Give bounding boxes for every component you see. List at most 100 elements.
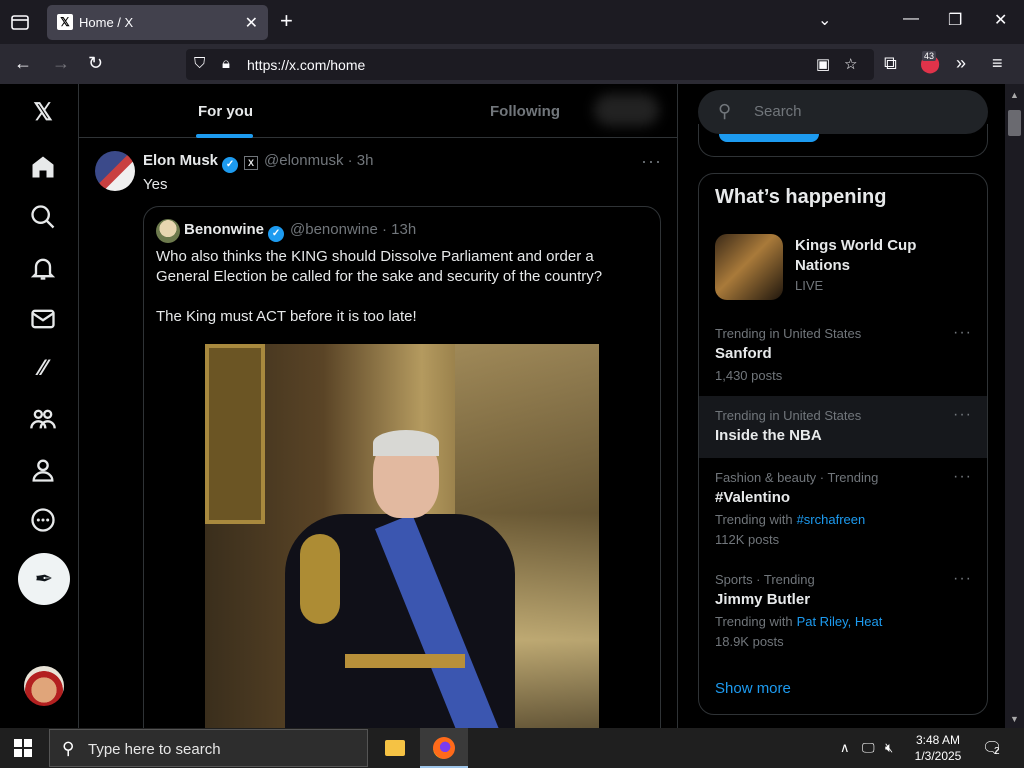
active-tab-indicator	[196, 134, 253, 138]
tab-list-icon[interactable]	[8, 10, 32, 34]
whats-happening-card: What’s happening Kings World Cup Nations…	[698, 173, 988, 715]
post-text: Yes	[143, 176, 168, 193]
x-logo-icon[interactable]: 𝕏	[29, 99, 57, 127]
post-author-meta[interactable]: @elonmusk · 3h	[264, 152, 373, 169]
featured-trend-title[interactable]: Kings World Cup Nations	[795, 236, 975, 276]
communities-icon[interactable]	[29, 405, 57, 433]
tray-chevron-icon[interactable]: ∧	[840, 740, 850, 756]
trend-count: 1,430 posts	[715, 368, 783, 383]
profile-icon[interactable]	[29, 456, 57, 484]
menu-icon[interactable]: ≡	[992, 53, 1003, 74]
firefox-app[interactable]	[420, 728, 468, 768]
windows-start-icon[interactable]	[14, 739, 32, 757]
more-tools-icon[interactable]: »	[956, 53, 966, 74]
firefox-icon	[433, 737, 455, 759]
trend-item[interactable]: Sports · Trending ··· Jimmy Butler Trend…	[699, 560, 987, 662]
trend-name: Jimmy Butler	[715, 591, 811, 608]
quote-header: Benonwine ✓ @benonwine · 13h	[184, 221, 416, 242]
trend-more-icon[interactable]: ···	[953, 406, 972, 424]
account-avatar[interactable]	[24, 666, 64, 706]
notification-count: 2	[994, 746, 1000, 757]
scrollbar-thumb[interactable]	[1008, 110, 1021, 136]
scroll-up-icon[interactable]: ▲	[1010, 90, 1019, 100]
forward-icon[interactable]: →	[52, 53, 70, 74]
trend-name: #Valentino	[715, 489, 791, 506]
post-author-avatar[interactable]	[95, 151, 135, 191]
bookmark-star-icon[interactable]: ☆	[844, 55, 857, 73]
url-text[interactable]: https://x.com/home	[247, 57, 365, 73]
notifications-bell-icon[interactable]	[29, 254, 57, 282]
image-belt	[345, 654, 465, 668]
maximize-icon[interactable]: ❐	[948, 10, 962, 30]
trend-more-icon[interactable]: ···	[953, 468, 972, 486]
right-sidebar: ⚲ Search What’s happening Kings World Cu…	[678, 84, 1008, 728]
post-more-icon[interactable]: ···	[641, 151, 662, 172]
clock[interactable]: 3:48 AM 1/3/2025	[905, 732, 971, 764]
new-tab-icon[interactable]: +	[280, 8, 293, 34]
scroll-down-icon[interactable]: ▼	[1010, 714, 1019, 724]
browser-tab[interactable]: 𝕏 Home / X ✕	[47, 5, 268, 40]
tab-following[interactable]: Following	[490, 103, 560, 120]
trend-meta: Trending in United States	[715, 408, 862, 423]
featured-trend-image[interactable]	[715, 234, 783, 300]
trend-meta: Fashion & beauty · Trending	[715, 470, 879, 485]
image-figure-hair	[373, 430, 439, 456]
reload-icon[interactable]: ↻	[88, 53, 103, 74]
image-painting-frame	[205, 344, 265, 524]
trend-name: Inside the NBA	[715, 427, 822, 444]
search-input[interactable]: ⚲ Search	[698, 90, 988, 134]
post[interactable]: Elon Musk ✓ X @elonmusk · 3h ··· Yes Benonw…	[79, 139, 677, 728]
trend-with: Trending with #srchafreen	[715, 512, 865, 527]
tab-for-you[interactable]: For you	[198, 103, 253, 120]
trend-more-icon[interactable]: ···	[953, 324, 972, 342]
close-window-icon[interactable]: ✕	[994, 10, 1007, 30]
quote-author-avatar[interactable]	[156, 219, 180, 243]
browser-nav-bar: ← → ↻ ⛉ 🔒︎ https://x.com/home ▣ ☆ ⧉ ⬤ 43…	[0, 44, 1024, 84]
back-icon[interactable]: ←	[14, 53, 32, 74]
quote-text-paragraph: The King must ACT before it is too late!	[156, 308, 417, 325]
timeline: For you Following Elon Musk ✓ X @elonmusk ·…	[79, 84, 678, 728]
x-side-nav: 𝕏 ⁄⁄ ✒︎	[0, 84, 79, 728]
search-icon: ⚲	[718, 101, 732, 121]
quoted-post[interactable]: Benonwine ✓ @benonwine · 13h Who also thin…	[143, 206, 661, 728]
more-options-circle-icon[interactable]	[29, 506, 57, 534]
lock-icon[interactable]: 🔒︎	[222, 55, 230, 72]
trend-with-link[interactable]: #srchafreen	[797, 512, 866, 527]
show-more-link[interactable]: Show more	[715, 680, 791, 697]
search-placeholder: Search	[754, 103, 802, 120]
clock-date: 1/3/2025	[914, 749, 962, 763]
taskbar-search-input[interactable]: ⚲ Type here to search	[49, 729, 368, 767]
quote-image[interactable]	[205, 344, 599, 728]
reader-view-icon[interactable]: ▣	[816, 55, 830, 73]
explore-search-icon[interactable]	[29, 203, 57, 231]
trend-more-icon[interactable]: ···	[953, 570, 972, 588]
shield-icon[interactable]: ⛉	[194, 55, 205, 72]
page-scrollbar[interactable]: ▲ ▼	[1005, 84, 1024, 728]
trend-with-link[interactable]: Pat Riley, Heat	[797, 614, 883, 629]
trend-item[interactable]: Trending in United States ··· Sanford 1,…	[699, 314, 987, 396]
home-icon[interactable]	[29, 153, 57, 181]
url-bar[interactable]: ⛉ 🔒︎ https://x.com/home ▣ ☆	[186, 49, 874, 80]
grok-icon[interactable]: ⁄⁄	[29, 354, 57, 382]
trend-meta: Sports · Trending	[715, 572, 815, 587]
file-explorer-app[interactable]	[371, 728, 419, 768]
extensions-icon[interactable]: ⧉	[884, 53, 897, 74]
volume-muted-icon[interactable]: 🔇︎	[885, 740, 893, 756]
x-favicon-icon: 𝕏	[57, 14, 73, 30]
trend-item[interactable]: Trending in United States ··· Inside the…	[699, 396, 987, 458]
post-author-name[interactable]: Elon Musk	[143, 152, 218, 169]
post-header: Elon Musk ✓ X @elonmusk · 3h	[143, 152, 373, 173]
messages-envelope-icon[interactable]	[29, 305, 57, 333]
tab-overflow-chevron-icon[interactable]: ⌄	[818, 10, 831, 30]
image-gold-braid	[300, 534, 340, 624]
network-icon[interactable]: 🖵︎	[862, 740, 875, 756]
quote-author-name[interactable]: Benonwine	[184, 221, 264, 238]
minimize-icon[interactable]: —	[903, 10, 919, 28]
compose-post-button[interactable]: ✒︎	[18, 553, 70, 605]
trend-count: 112K posts	[715, 532, 780, 547]
taskbar-search-placeholder: Type here to search	[88, 741, 221, 758]
tab-close-icon[interactable]: ✕	[245, 13, 258, 33]
trend-item[interactable]: Fashion & beauty · Trending ··· #Valenti…	[699, 458, 987, 560]
previous-card-button[interactable]	[719, 134, 819, 142]
browser-tab-bar: 𝕏 Home / X ✕ + ⌄ — ❐ ✕	[0, 0, 1024, 44]
